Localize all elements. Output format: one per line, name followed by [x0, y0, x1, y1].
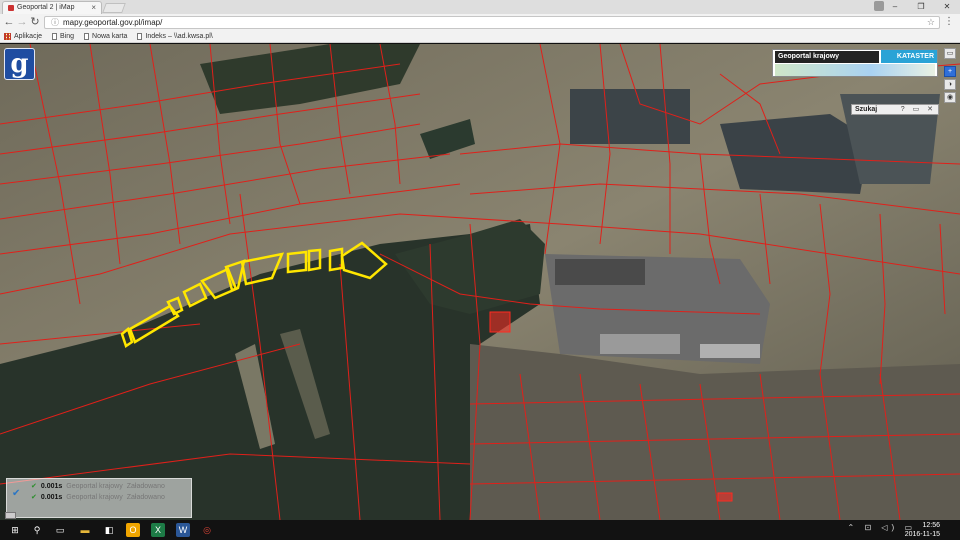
bookmark-label: Aplikacje — [14, 33, 43, 40]
satellite-map[interactable] — [0, 44, 960, 520]
geoportal-favicon-icon — [8, 5, 14, 11]
url-text: mapy.geoportal.gov.pl/imap/ — [63, 18, 163, 27]
bookmark-index[interactable]: Indeks – \\ad.kwsa.pl\ — [137, 33, 213, 40]
forward-button[interactable]: → — [16, 16, 28, 28]
load-state: Załadowano — [126, 493, 165, 501]
portal-title: Geoportal krajowy — [775, 51, 879, 63]
bookmark-label: Indeks – \\ad.kwsa.pl\ — [145, 33, 213, 40]
toggle-panel-button[interactable]: ▭ — [944, 48, 956, 59]
building — [600, 334, 680, 354]
reload-button[interactable]: ↻ — [29, 16, 41, 28]
geoportal-logo[interactable]: g — [4, 48, 35, 80]
ok-icon: ✔ — [31, 483, 37, 490]
base-map-thumbnail[interactable] — [775, 64, 935, 76]
bookmark-star-icon[interactable]: ☆ — [927, 17, 935, 28]
base-map-switcher[interactable]: Geoportal krajowy KATASTER — [772, 49, 938, 77]
status-row: ✔ 0.001s Geoportal krajowy Załadowano — [31, 493, 165, 502]
address-toolbar: ← → ↻ ⓘ mapy.geoportal.gov.pl/imap/ ☆ ⋮ — [0, 14, 960, 31]
apps-icon — [4, 33, 11, 40]
word-icon[interactable]: W — [176, 523, 190, 537]
service-name: Geoportal krajowy — [66, 482, 123, 490]
load-state: Załadowano — [126, 482, 165, 490]
check-icon: ✔ — [12, 488, 21, 499]
chrome-icon[interactable]: ◎ — [200, 523, 214, 537]
pond — [570, 89, 690, 144]
cadastre-badge[interactable]: KATASTER — [881, 50, 937, 63]
close-window-button[interactable]: ✕ — [934, 0, 960, 14]
status-row: ✔ 0.001s Geoportal krajowy Załadowano — [31, 482, 165, 491]
tab-title: Geoportal 2 | iMap — [17, 4, 75, 11]
tab-bar: Geoportal 2 | iMap × – ❐ ✕ — [0, 0, 960, 14]
clock-date: 2016-11-15 — [904, 531, 940, 538]
excel-icon[interactable]: X — [151, 523, 165, 537]
clock[interactable]: 12:56 2016-11-15 — [905, 521, 940, 539]
page-icon — [52, 33, 58, 40]
search-panel-controls[interactable]: ? ▭ ✕ — [901, 105, 936, 115]
bookmarks-bar: Aplikacje Bing Nowa karta Indeks – \\ad.… — [0, 31, 960, 43]
site-info-icon[interactable]: ⓘ — [51, 18, 59, 27]
task-view-icon[interactable]: ▭ — [53, 523, 67, 537]
minimize-button[interactable]: – — [882, 0, 908, 14]
restore-button[interactable]: ❐ — [908, 0, 934, 14]
view-button[interactable]: ◉ — [944, 92, 956, 103]
windows-taskbar: ⊞ ⚲ ▭ ▬ ◧ O X W ◎ ⌃ ⊡ ◁) ▭ 12:56 2016-11… — [0, 520, 960, 540]
building — [555, 259, 645, 285]
tab-geoportal[interactable]: Geoportal 2 | iMap × — [2, 1, 102, 14]
file-explorer-icon[interactable]: ▬ — [78, 523, 92, 537]
window-controls: – ❐ ✕ — [882, 0, 960, 14]
store-icon[interactable]: ◧ — [102, 523, 116, 537]
search-panel-title: Szukaj — [855, 106, 878, 113]
bookmark-apps[interactable]: Aplikacje — [4, 33, 42, 40]
service-name: Geoportal krajowy — [66, 493, 123, 501]
new-tab-button[interactable] — [102, 3, 126, 13]
load-time: 0.001s — [40, 482, 63, 490]
layers-button[interactable]: ◑ — [944, 79, 956, 90]
layer-status-panel: ✔ ✔ 0.001s Geoportal krajowy Załadowano … — [6, 478, 192, 518]
outlook-icon[interactable]: O — [126, 523, 140, 537]
back-button[interactable]: ← — [3, 16, 15, 28]
keyboard-icon[interactable] — [5, 512, 16, 519]
start-icon[interactable]: ⊞ — [8, 523, 22, 537]
page-icon — [84, 33, 90, 40]
map-viewport[interactable]: g Geoportal krajowy KATASTER ▭ + ◑ ◉ Szu… — [0, 44, 960, 520]
load-time: 0.001s — [40, 493, 63, 501]
page-icon — [137, 33, 143, 40]
bookmark-label: Bing — [60, 33, 75, 40]
zoom-in-button[interactable]: + — [944, 66, 956, 77]
bookmark-new-tab[interactable]: Nowa karta — [84, 33, 127, 40]
bookmark-label: Nowa karta — [92, 33, 128, 40]
search-panel[interactable]: Szukaj ? ▭ ✕ — [851, 104, 939, 115]
search-icon[interactable]: ⚲ — [30, 523, 44, 537]
tab-close-icon[interactable]: × — [91, 2, 96, 14]
building — [700, 344, 760, 358]
bookmark-bing[interactable]: Bing — [52, 33, 74, 40]
ok-icon: ✔ — [31, 494, 37, 501]
url-input[interactable]: ⓘ mapy.geoportal.gov.pl/imap/ ☆ — [44, 16, 940, 29]
clock-time: 12:56 — [922, 522, 940, 529]
browser-menu-icon[interactable]: ⋮ — [944, 16, 954, 27]
